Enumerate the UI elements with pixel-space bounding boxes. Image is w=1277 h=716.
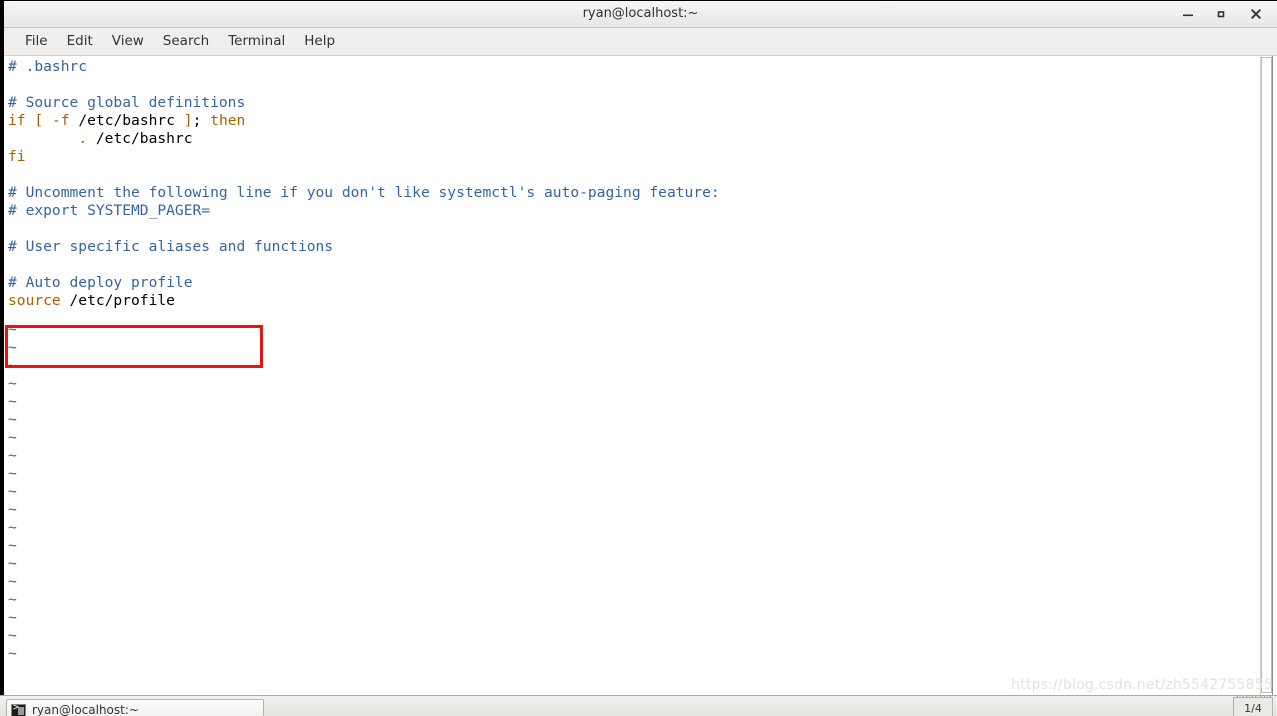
vim-status-line: -- INSERT -- 13,3 All <box>4 679 1255 695</box>
tilde-glyph: ~ <box>8 447 17 464</box>
terminal-window: ryan@localhost:~ File Edit View Search T… <box>0 0 1277 695</box>
code-span-cm: # Source global definitions <box>8 94 246 111</box>
tilde-glyph: ~ <box>8 627 17 644</box>
vim-filler-tilde: ~ <box>8 411 17 429</box>
code-span-cm: # Uncomment the following line if you do… <box>8 184 720 201</box>
code-span-cm: # User specific aliases and functions <box>8 238 334 255</box>
code-line: # .bashrc <box>8 58 87 76</box>
scrollbar-thumb[interactable] <box>1261 57 1272 693</box>
vim-filler-tilde: ~ <box>8 429 17 447</box>
code-span-tx <box>8 130 78 147</box>
minimize-icon <box>1183 14 1193 17</box>
close-button[interactable] <box>1239 1 1273 27</box>
code-line: # User specific aliases and functions <box>8 238 333 256</box>
window-titlebar[interactable]: ryan@localhost:~ <box>4 1 1277 28</box>
code-line: if [ -f /etc/bashrc ]; then <box>8 112 245 130</box>
vim-filler-tilde: ~ <box>8 465 17 483</box>
maximize-button[interactable] <box>1204 1 1238 27</box>
menu-item-terminal[interactable]: Terminal <box>219 31 294 52</box>
vim-buffer[interactable]: # .bashrc # Source global definitions if [… <box>4 56 1255 695</box>
vim-filler-tilde: ~ <box>8 501 17 519</box>
code-span-kw: ] <box>183 112 193 129</box>
menu-item-help[interactable]: Help <box>295 31 344 52</box>
tilde-glyph: ~ <box>8 465 17 482</box>
tilde-glyph: ~ <box>8 375 17 392</box>
code-span-cm: # Auto deploy profile <box>8 274 193 291</box>
desktop-taskbar: ryan@localhost:~ 1/4 <box>0 695 1277 716</box>
vim-filler-tilde: ~ <box>8 645 17 663</box>
menu-item-edit[interactable]: Edit <box>58 31 102 52</box>
vim-filler-tilde: ~ <box>8 321 17 339</box>
code-span-tx: /etc/profile <box>60 292 175 309</box>
terminal-screen[interactable]: # .bashrc # Source global definitions if [… <box>4 56 1277 695</box>
vim-filler-tilde: ~ <box>8 447 17 465</box>
vim-filler-tilde: ~ <box>8 519 17 537</box>
code-span-kw: then <box>210 112 246 129</box>
code-span-cm: # .bashrc <box>8 58 88 75</box>
tilde-glyph: ~ <box>8 321 17 338</box>
code-line: # Source global definitions <box>8 94 245 112</box>
vim-filler-tilde: ~ <box>8 537 17 555</box>
taskbar-window-label: ryan@localhost:~ <box>32 703 139 716</box>
vim-filler-tilde: ~ <box>8 555 17 573</box>
tilde-glyph: ~ <box>8 483 17 500</box>
tilde-glyph: ~ <box>8 339 17 356</box>
window-title: ryan@localhost:~ <box>582 6 699 21</box>
code-span-kw: source <box>8 292 61 309</box>
tilde-glyph: ~ <box>8 501 17 518</box>
menu-item-view[interactable]: View <box>103 31 153 52</box>
workspace-label: 1/4 <box>1244 701 1262 715</box>
code-line: source /etc/profile <box>8 292 175 310</box>
vim-filler-tilde: ~ <box>8 609 17 627</box>
code-span-tx <box>43 112 52 129</box>
tilde-glyph: ~ <box>8 573 17 590</box>
code-span-kw: if <box>8 112 26 129</box>
code-line: fi <box>8 148 26 166</box>
code-span-kw: [ <box>34 112 44 129</box>
terminal-icon <box>11 702 26 716</box>
minimize-button[interactable] <box>1171 1 1205 27</box>
tilde-glyph: ~ <box>8 519 17 536</box>
menu-item-search[interactable]: Search <box>154 31 218 52</box>
vertical-scrollbar[interactable] <box>1255 56 1277 695</box>
tilde-glyph: ~ <box>8 537 17 554</box>
tilde-glyph: ~ <box>8 645 17 662</box>
vim-filler-tilde: ~ <box>8 483 17 501</box>
code-span-tx: /etc/bashrc <box>87 130 193 147</box>
tilde-glyph: ~ <box>8 429 17 446</box>
code-span-kw: fi <box>8 148 26 165</box>
menubar: File Edit View Search Terminal Help <box>4 28 1277 56</box>
tilde-glyph: ~ <box>8 609 17 626</box>
code-line: # Auto deploy profile <box>8 274 193 292</box>
vim-filler-tilde: ~ <box>8 393 17 411</box>
tilde-glyph: ~ <box>8 393 17 410</box>
tilde-glyph: ~ <box>8 411 17 428</box>
code-span-kw: -f <box>51 112 70 129</box>
tilde-glyph: ~ <box>8 555 17 572</box>
tilde-glyph: ~ <box>8 591 17 608</box>
code-span-kw: . <box>78 130 88 147</box>
tilde-glyph: ~ <box>8 357 17 374</box>
code-line: # Uncomment the following line if you do… <box>8 184 720 202</box>
code-span-cm: # export SYSTEMD_PAGER= <box>8 202 211 219</box>
code-line: . /etc/bashrc <box>8 130 193 148</box>
vim-filler-tilde: ~ <box>8 357 17 375</box>
vim-filler-tilde: ~ <box>8 591 17 609</box>
vim-filler-tilde: ~ <box>8 627 17 645</box>
code-span-tx: ; <box>192 112 211 129</box>
maximize-icon <box>1217 11 1225 18</box>
vim-filler-tilde: ~ <box>8 573 17 591</box>
code-span-tx: /etc/bashrc <box>69 112 184 129</box>
close-icon <box>1251 9 1261 19</box>
vim-filler-tilde: ~ <box>8 375 17 393</box>
workspace-switcher[interactable]: 1/4 <box>1233 697 1273 716</box>
code-line: # export SYSTEMD_PAGER= <box>8 202 210 220</box>
vim-filler-tilde: ~ <box>8 339 17 357</box>
taskbar-window-button[interactable]: ryan@localhost:~ <box>6 699 264 716</box>
menu-item-file[interactable]: File <box>16 31 57 52</box>
